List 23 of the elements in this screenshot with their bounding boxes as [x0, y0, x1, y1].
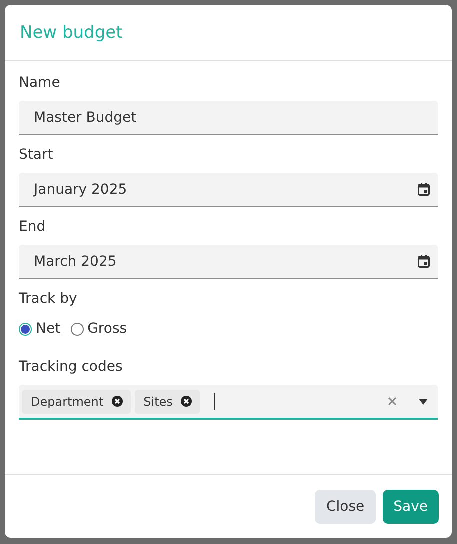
close-button[interactable]: Close — [315, 490, 376, 524]
dropdown-caret-icon[interactable] — [419, 398, 428, 404]
clear-icon[interactable] — [388, 397, 397, 406]
calendar-icon[interactable] — [418, 255, 430, 268]
date-field[interactable]: March 2025 — [19, 245, 438, 279]
field-label: Start — [19, 147, 54, 163]
field-label: End — [19, 219, 47, 235]
field-label: Track by — [19, 291, 78, 307]
date-field[interactable]: January 2025 — [19, 173, 438, 207]
radio-option[interactable]: Gross — [70, 321, 128, 337]
input-field[interactable]: Master Budget — [19, 101, 438, 135]
dialog-title: New budget — [20, 22, 123, 42]
tag-chip[interactable]: Sites — [134, 390, 200, 414]
calendar-icon[interactable] — [418, 183, 430, 196]
field-label: Name — [19, 75, 62, 91]
text-cursor — [214, 393, 215, 410]
multi-select-field[interactable]: Department Sites — [19, 385, 438, 420]
remove-tag-icon[interactable] — [112, 396, 123, 407]
remove-tag-icon[interactable] — [180, 396, 192, 407]
save-button[interactable]: Save — [382, 490, 439, 524]
tag-chip[interactable]: Department — [22, 390, 131, 414]
radio-option[interactable]: Net — [19, 321, 61, 337]
field-label: Tracking codes — [19, 359, 124, 375]
